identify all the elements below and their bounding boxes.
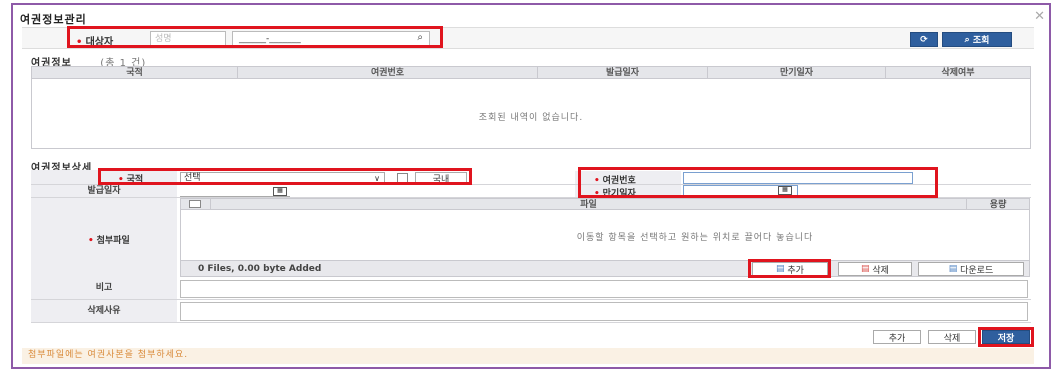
issue-date-label: 발급일자 [31, 185, 177, 197]
add-button[interactable]: 추가 [873, 330, 921, 344]
refresh-icon[interactable]: ⟳ [910, 32, 938, 47]
remark-input[interactable] [180, 280, 1028, 298]
close-icon[interactable]: ✕ [1034, 9, 1045, 24]
delete-file-icon: ▤ [861, 264, 873, 274]
search-button[interactable]: ⌕ 조회 [942, 32, 1012, 47]
highlight-passport [578, 167, 938, 198]
highlight-nationality [98, 168, 472, 185]
file-status: 0 Files, 0.00 byte Added [198, 264, 322, 274]
passport-grid-header: 국적 여권번호 발급일자 만기일자 삭제여부 [31, 66, 1031, 79]
column-deleted[interactable]: 삭제여부 [886, 67, 1030, 78]
empty-message: 조회된 내역이 없습니다. [478, 113, 584, 123]
remark-label: 비고 [31, 278, 177, 299]
delete-file-button[interactable]: ▤ 삭제 [838, 262, 912, 276]
file-drop-zone[interactable]: 이동할 항목을 선택하고 원하는 위치로 끌어다 놓습니다 [180, 210, 1030, 260]
file-column-header[interactable]: 파일 [211, 199, 968, 210]
column-passport-no[interactable]: 여권번호 [238, 67, 538, 78]
highlight-search [67, 26, 443, 48]
download-icon: ▤ [948, 264, 961, 274]
select-all-cell [181, 199, 211, 209]
dialog-title: 여권정보관리 [20, 13, 87, 26]
search-icon: ⌕ [964, 34, 973, 45]
download-button[interactable]: ▤ 다운로드 [918, 262, 1024, 276]
delete-reason-input[interactable] [180, 302, 1028, 321]
select-all-checkbox[interactable] [189, 200, 202, 208]
delete-reason-label: 삭제사유 [31, 300, 177, 322]
column-issue-date[interactable]: 발급일자 [538, 67, 708, 78]
drop-message: 이동할 항목을 선택하고 원하는 위치로 끌어다 놓습니다 [576, 233, 814, 243]
highlight-add-file [748, 259, 831, 278]
calendar-icon[interactable]: ▦ [273, 187, 287, 196]
column-expiry-date[interactable]: 만기일자 [708, 67, 886, 78]
highlight-save [978, 327, 1034, 347]
file-grid-header: 파일 용량 [180, 198, 1030, 210]
size-column-header[interactable]: 용량 [967, 199, 1029, 210]
attachment-label: • 첨부파일 [88, 236, 130, 246]
passport-grid-body: 조회된 내역이 없습니다. [31, 79, 1031, 149]
column-nationality[interactable]: 국적 [32, 67, 238, 78]
delete-button[interactable]: 삭제 [928, 330, 976, 344]
attachment-notice: 첨부파일에는 여권사본을 첨부하세요. [22, 348, 1034, 364]
